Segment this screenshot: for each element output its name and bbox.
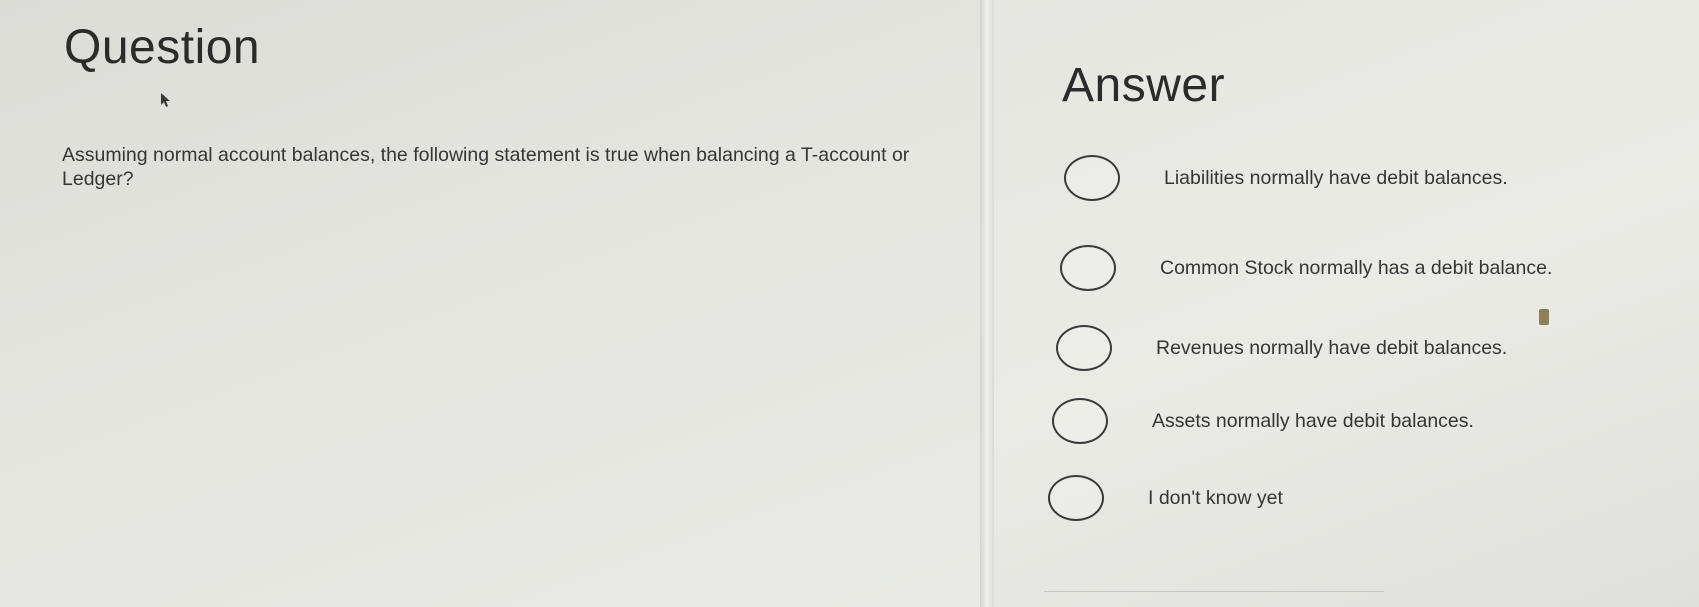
radio-unchecked-icon[interactable]: [1048, 475, 1104, 521]
question-title: Question: [64, 21, 261, 74]
panel-divider: [980, 0, 994, 607]
answer-option-label: Assets normally have debit balances.: [1152, 410, 1474, 432]
bookmark-icon: [1539, 309, 1549, 325]
answer-panel: Answer Liabilities normally have debit b…: [994, 0, 1699, 607]
radio-unchecked-icon[interactable]: [1052, 398, 1108, 444]
answer-option-label: Common Stock normally has a debit balanc…: [1160, 257, 1553, 279]
answer-title: Answer: [1062, 59, 1226, 112]
mouse-pointer-icon: [161, 93, 170, 107]
radio-unchecked-icon[interactable]: [1064, 155, 1120, 201]
radio-unchecked-icon[interactable]: [1056, 325, 1112, 371]
answer-option-label: I don't know yet: [1148, 487, 1283, 509]
answer-option-label: Liabilities normally have debit balances…: [1164, 167, 1508, 189]
answer-option-label: Revenues normally have debit balances.: [1156, 337, 1508, 359]
radio-unchecked-icon[interactable]: [1060, 245, 1116, 291]
question-text: Assuming normal account balances, the fo…: [62, 144, 910, 190]
divider-line: [1044, 591, 1384, 592]
question-panel: Question Assuming normal account balance…: [0, 0, 980, 607]
